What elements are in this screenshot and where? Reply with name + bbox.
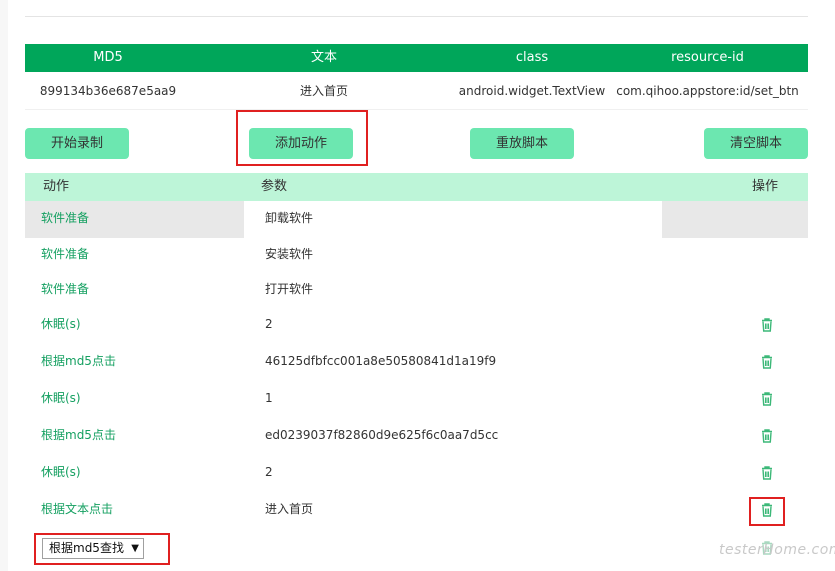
table-row: 根据md5点击 46125dfbfcc001a8e50580841d1a19f9 <box>25 343 808 380</box>
header-resource-id: resource-id <box>671 50 744 65</box>
row-param: 1 <box>265 391 273 405</box>
table-row: 休眠(s) 1 <box>25 380 808 417</box>
row-action: 根据文本点击 <box>41 502 114 516</box>
row-param: 进入首页 <box>265 502 314 516</box>
replay-script-button[interactable]: 重放脚本 <box>470 128 574 159</box>
row-param: 2 <box>265 465 273 479</box>
top-divider <box>25 16 808 17</box>
table-row: 根据md5点击 ed0239037f82860d9e625f6c0aa7d5cc <box>25 417 808 454</box>
element-info-row: 899134b36e687e5aa9 进入首页 android.widget.T… <box>25 72 808 110</box>
table-row: 休眠(s) 2 <box>25 306 808 343</box>
header-class: class <box>515 50 549 65</box>
row-action: 休眠(s) <box>41 317 81 331</box>
table-row: 软件准备 卸载软件 <box>25 201 808 238</box>
row-action: 根据md5点击 <box>41 354 116 368</box>
cell-class: android.widget.TextView <box>458 84 606 98</box>
trash-icon[interactable] <box>759 317 775 333</box>
row-action: 休眠(s) <box>41 391 81 405</box>
header-md5: MD5 <box>93 50 123 65</box>
start-record-button[interactable]: 开始录制 <box>25 128 129 159</box>
table-row: 软件准备 安装软件 <box>25 236 808 273</box>
element-info-header: MD5 文本 class resource-id <box>25 44 808 72</box>
action-table-header: 动作 参数 操作 <box>25 173 808 201</box>
add-action-highlight <box>236 110 368 166</box>
row-param: 打开软件 <box>265 282 314 296</box>
row-param: 46125dfbfcc001a8e50580841d1a19f9 <box>265 354 497 368</box>
trash-icon[interactable] <box>759 465 775 481</box>
row-param: 卸载软件 <box>265 211 314 225</box>
row-param: 2 <box>265 317 273 331</box>
delete-highlight <box>749 497 785 526</box>
row-action: 休眠(s) <box>41 465 81 479</box>
row-action: 软件准备 <box>41 282 90 296</box>
table-row: 根据文本点击 进入首页 <box>25 491 808 528</box>
trash-icon[interactable] <box>759 354 775 370</box>
header-params: 参数 <box>261 179 288 194</box>
header-action: 动作 <box>43 179 70 194</box>
cell-md5: 899134b36e687e5aa9 <box>39 84 177 98</box>
header-text: 文本 <box>310 50 337 65</box>
row-action: 根据md5点击 <box>41 428 116 442</box>
watermark: testerHome.com <box>719 542 835 558</box>
cell-resource-id: com.qihoo.appstore:id/set_btn <box>616 84 799 98</box>
row-param: 安装软件 <box>265 247 314 261</box>
row-action: 软件准备 <box>41 247 90 261</box>
clear-script-button[interactable]: 清空脚本 <box>704 128 808 159</box>
row-action: 软件准备 <box>41 211 90 225</box>
header-operation: 操作 <box>752 179 779 194</box>
trash-icon[interactable] <box>759 428 775 444</box>
select-highlight <box>34 533 170 565</box>
cell-text: 进入首页 <box>299 84 348 98</box>
table-row: 休眠(s) 2 <box>25 454 808 491</box>
trash-icon[interactable] <box>759 391 775 407</box>
table-row: 软件准备 打开软件 <box>25 271 808 308</box>
row-param: ed0239037f82860d9e625f6c0aa7d5cc <box>265 428 499 442</box>
